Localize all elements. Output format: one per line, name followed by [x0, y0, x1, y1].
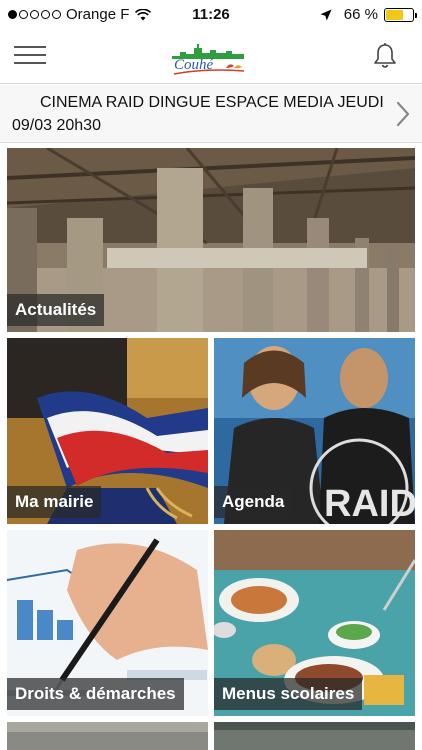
location-arrow-icon [320, 9, 332, 20]
notifications-bell-icon[interactable] [372, 42, 398, 70]
tile-label: Ma mairie [7, 486, 102, 518]
tile-partial-left[interactable] [7, 722, 208, 750]
couhe-logo[interactable]: Couhé [166, 38, 252, 78]
tile-label: Agenda [214, 486, 293, 518]
status-bar-right: 66 % [320, 6, 417, 23]
tile-label: Actualités [7, 294, 105, 326]
menu-button[interactable] [14, 46, 46, 66]
battery-level-fill [386, 9, 404, 20]
battery-percent: 66 % [343, 6, 378, 23]
battery-icon [384, 7, 417, 22]
chevron-right-icon[interactable] [394, 100, 412, 128]
tile-label: Menus scolaires [214, 678, 363, 710]
tile-photo [7, 722, 208, 750]
tile-agenda[interactable]: RAID Agenda [214, 338, 415, 524]
navigation-bar: Couhé [0, 30, 422, 84]
tile-photo [214, 722, 415, 750]
hamburger-icon [14, 46, 46, 48]
logo-text: Couhé [174, 57, 215, 73]
tile-label: Droits & démarches [7, 678, 184, 710]
ticker-text: CINEMA RAID DINGUE ESPACE MEDIA JEUDI 09… [12, 91, 384, 137]
ticker-line-2: 09/03 20h30 [12, 117, 101, 134]
news-ticker[interactable]: CINEMA RAID DINGUE ESPACE MEDIA JEUDI 09… [0, 85, 422, 143]
tile-droits-demarches[interactable]: Droits & démarches [7, 530, 208, 716]
ticker-line-1: CINEMA RAID DINGUE ESPACE MEDIA JEUDI [40, 94, 384, 111]
tile-actualites[interactable]: Actualités [7, 148, 415, 332]
tile-ma-mairie[interactable]: Ma mairie [7, 338, 208, 524]
tile-menus-scolaires[interactable]: Menus scolaires [214, 530, 415, 716]
poster-title: RAID [324, 483, 415, 524]
status-bar: Orange F 11:26 66 % [0, 0, 422, 30]
tile-partial-right[interactable] [214, 722, 415, 750]
